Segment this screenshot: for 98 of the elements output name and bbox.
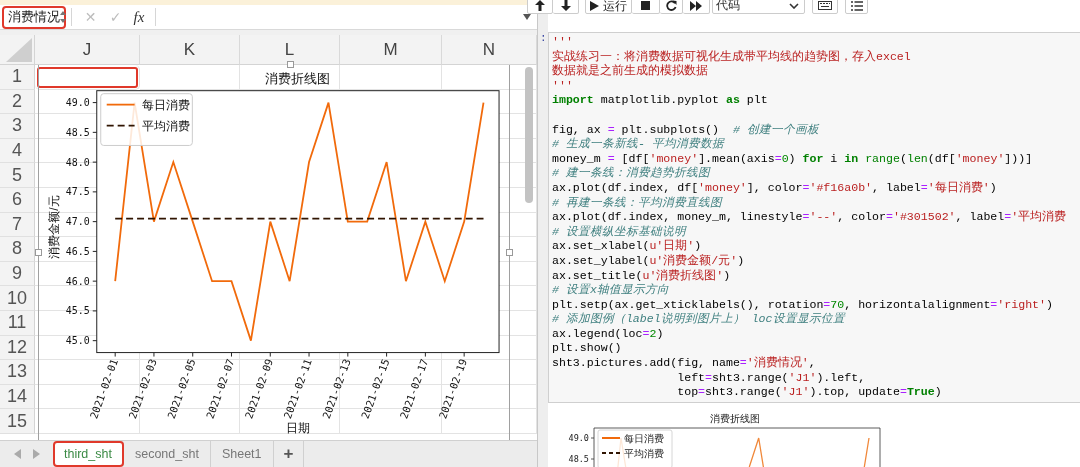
square-icon bbox=[641, 1, 650, 10]
row-header[interactable]: 7 bbox=[0, 212, 35, 238]
code-line: ax.set_ylabel(u'消费金额/元') bbox=[552, 253, 746, 269]
legend-item: 每日消费 bbox=[105, 98, 190, 113]
axis-label: 消费金额/元 bbox=[46, 195, 61, 259]
code-line: left=sht3.range('J1').left, bbox=[676, 370, 867, 386]
sheet-tab[interactable]: second_sht bbox=[123, 441, 211, 467]
resize-handle[interactable] bbox=[287, 61, 294, 68]
fast-forward-icon bbox=[690, 0, 702, 11]
resize-handle[interactable] bbox=[35, 249, 42, 256]
code-line: sht3.pictures.add(fig, name='消费情况', bbox=[552, 356, 817, 371]
list-button[interactable] bbox=[845, 0, 868, 14]
spinner-icon bbox=[60, 11, 66, 23]
chart-title: 消费折线图 bbox=[710, 412, 760, 424]
row-header[interactable]: 8 bbox=[0, 237, 35, 262]
column-header[interactable]: N bbox=[442, 35, 537, 65]
code-line: 数据就是之前生成的模拟数据 bbox=[552, 64, 709, 79]
name-box[interactable]: 消费情况 bbox=[2, 5, 66, 29]
code-line: ax.plot(df.index, df['money'], color='#f16a0b', label='每日消费') bbox=[552, 180, 998, 196]
stop-button[interactable] bbox=[632, 0, 660, 14]
scrollbar-thumb[interactable] bbox=[525, 67, 533, 203]
tick-label: 45.5 bbox=[65, 305, 90, 317]
code-line: ax.set_xlabel(u'日期') bbox=[552, 239, 703, 254]
up-arrow-icon bbox=[535, 0, 545, 11]
code-line: 实战练习一：将消费数据可视化生成带平均线的趋势图，存入excel bbox=[552, 49, 912, 64]
move-up-button[interactable] bbox=[527, 0, 553, 14]
code-line: plt.setp(ax.get_xticklabels(), rotation=70, horizontalalignment='right') bbox=[552, 297, 1054, 312]
code-cell[interactable] bbox=[548, 32, 1080, 403]
row-header[interactable]: 5 bbox=[0, 163, 35, 188]
tick-label: 47.5 bbox=[65, 186, 90, 198]
tick-label: 46.0 bbox=[65, 275, 90, 287]
function-button[interactable]: fx bbox=[128, 8, 150, 26]
column-header[interactable]: K bbox=[140, 35, 240, 65]
code-line: ax.plot(df.index, money_m, linestyle='--', color='#301502', label='平均消费 bbox=[552, 210, 1068, 225]
caret-icon[interactable] bbox=[523, 14, 531, 20]
code-line: # 再建一条线：平均消费直线图 bbox=[552, 195, 724, 211]
code-line: # 设置横纵坐标基础说明 bbox=[552, 224, 688, 239]
code-line: # 添加图例（label说明到图片上） loc设置显示位置 bbox=[552, 312, 847, 327]
row-header[interactable]: 14 bbox=[0, 384, 35, 410]
tick-label: 48.0 bbox=[65, 156, 90, 168]
row-header[interactable]: 6 bbox=[0, 187, 35, 213]
code-line: import matplotlib.pyplot as plt bbox=[552, 93, 769, 108]
list-icon bbox=[850, 0, 863, 11]
column-header[interactable]: L bbox=[240, 35, 340, 65]
row-header[interactable]: 10 bbox=[0, 286, 35, 311]
code-line: ax.set_title(u'消费折线图') bbox=[552, 268, 732, 283]
restart-button[interactable] bbox=[660, 0, 683, 14]
tick-label: 46.5 bbox=[65, 245, 90, 257]
run-button[interactable]: 运行 bbox=[585, 0, 632, 14]
down-arrow-icon bbox=[560, 0, 571, 11]
keyboard-button[interactable] bbox=[812, 0, 838, 14]
sheet-tab[interactable]: Sheet1 bbox=[210, 441, 274, 467]
chevron-icon bbox=[789, 2, 799, 9]
row-header[interactable]: 13 bbox=[0, 360, 35, 385]
tick-label: 45.0 bbox=[65, 335, 90, 347]
cell-prompt: : bbox=[540, 32, 547, 44]
add-sheet-button[interactable]: + bbox=[273, 441, 305, 467]
row-header[interactable]: 1 bbox=[0, 65, 35, 90]
code-line: plt.show() bbox=[552, 341, 623, 357]
code-line: ax.legend(loc=2) bbox=[552, 326, 665, 342]
code-line: money_m = [df['money'].mean(axis=0) for i in range(len(df['money']))] bbox=[552, 151, 1034, 166]
cell-type-dropdown[interactable]: 代码 bbox=[712, 0, 805, 14]
code-line: # 生成一条新线- 平均消费数据 bbox=[552, 137, 726, 152]
column-header[interactable]: M bbox=[340, 35, 442, 65]
fast-forward-button[interactable] bbox=[683, 0, 710, 14]
legend-item: 平均消费 bbox=[105, 119, 190, 133]
code-line: ''' bbox=[552, 35, 574, 50]
column-header[interactable]: J bbox=[35, 35, 140, 65]
row-header[interactable]: 12 bbox=[0, 335, 35, 361]
row-header[interactable]: 9 bbox=[0, 261, 35, 287]
row-header[interactable]: 11 bbox=[0, 310, 35, 336]
move-down-button[interactable] bbox=[553, 0, 579, 14]
row-header[interactable]: 15 bbox=[0, 409, 35, 434]
resize-handle[interactable] bbox=[506, 249, 513, 256]
code-line: # 设置x轴值显示方向 bbox=[552, 283, 670, 298]
tick-label: 48.5 bbox=[65, 126, 90, 138]
tick-label: 48.5 bbox=[568, 453, 589, 464]
chart-title: 消费折线图 bbox=[265, 70, 331, 86]
spreadsheet-cell[interactable] bbox=[35, 65, 140, 90]
row-header[interactable]: 4 bbox=[0, 138, 35, 164]
legend-item: 每日消费 bbox=[602, 432, 664, 444]
play-icon bbox=[590, 0, 599, 11]
axis-label: 日期 bbox=[285, 421, 310, 436]
legend-label: 平均消费 bbox=[141, 119, 190, 134]
tick-label: 49.0 bbox=[65, 97, 90, 109]
code-line: ''' bbox=[552, 78, 574, 94]
keyboard-icon bbox=[818, 1, 832, 10]
tick-label: 49.0 bbox=[568, 432, 589, 443]
sheet-tab[interactable]: third_sht bbox=[53, 441, 124, 467]
code-line: top=sht3.range('J1').top, update=True) bbox=[676, 385, 943, 400]
row-header[interactable]: 2 bbox=[0, 89, 35, 115]
legend-item: 平均消费 bbox=[602, 447, 664, 459]
row-header[interactable]: 3 bbox=[0, 114, 35, 139]
restart-icon bbox=[665, 0, 677, 11]
code-line: # 建一条线：消费趋势折线图 bbox=[552, 166, 712, 181]
tick-label: 47.0 bbox=[65, 216, 90, 228]
legend-label: 每日消费 bbox=[141, 98, 190, 113]
code-line: fig, ax = plt.subplots() # 创建一个画板 bbox=[552, 122, 821, 137]
